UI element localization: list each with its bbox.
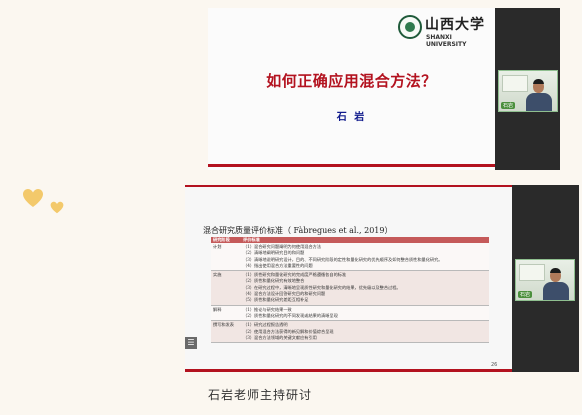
- video-sidebar: 石岩: [495, 8, 560, 170]
- table-row: 解释 （1）推论与研究结果一致 （2）质性和量化研究的不同发现或结果的清晰呈现: [211, 305, 489, 322]
- table-row: 实施 （1）质性研究和量化研究的完成度严格遵循各自的标准 （2）质性和量化研究有效地…: [211, 270, 489, 306]
- heart-icon-small: [50, 201, 64, 214]
- criterion-item: （4）指出使用混合方法重要性的问题: [243, 262, 313, 268]
- stage-cell: 撰写和发表: [211, 320, 241, 344]
- slide-title: 混合研究质量评价标准（ Fàbregues et al., 2019）: [203, 226, 393, 235]
- top-red-line: [185, 185, 512, 187]
- criteria-cell: （1）混合研究问题阐明为何使用混合方法 （2）清晰地阐明研究目的和问题 （3）清晰地…: [241, 243, 489, 272]
- video-sidebar: 石岩: [512, 185, 579, 372]
- bottom-red-line: [185, 369, 512, 372]
- logo-text-en: SHANXI UNIVERSITY: [426, 34, 467, 48]
- stage-cell: 解释: [211, 305, 241, 322]
- criteria-cell: （1）推论与研究结果一致 （2）质性和量化研究的不同发现或结果的清晰呈现: [241, 305, 489, 322]
- title-slide: 山西大学 SHANXI UNIVERSITY 如何正确应用混合方法？ 石 岩: [208, 8, 495, 170]
- criterion-item: （5）质性和量化研究差距互相补足: [243, 297, 309, 303]
- speaker-video-thumbnail[interactable]: 石岩: [498, 70, 558, 112]
- speaker-name-tag: 石岩: [518, 291, 533, 298]
- page-number: 26: [491, 362, 498, 368]
- logo-text-zh: 山西大学: [425, 17, 485, 33]
- university-seal-icon: [398, 15, 422, 39]
- criteria-cell: （1）研究过程报告透明 （2）使用混合方法获得的新见解和价值综合呈现 （3）混合方法…: [241, 320, 489, 344]
- criterion-item: （3）混合方法领域的关键文献应有引用: [243, 334, 317, 340]
- university-logo: 山西大学 SHANXI UNIVERSITY: [398, 12, 490, 48]
- criteria-cell: （1）质性研究和量化研究的完成度严格遵循各自的标准 （2）质性和量化研究有效地整合…: [241, 270, 489, 306]
- screenshot-title-slide: 山西大学 SHANXI UNIVERSITY 如何正确应用混合方法？ 石 岩 石…: [208, 8, 560, 170]
- slide-author: 石 岩: [336, 112, 367, 123]
- slide-title: 如何正确应用混合方法？: [266, 72, 437, 90]
- rubric-slide: 混合研究质量评价标准（ Fàbregues et al., 2019） 研究阶段…: [185, 185, 512, 372]
- criteria-table: 研究阶段 评价标准 计划 （1）混合研究问题阐明为何使用混合方法 （2）清晰地阐明研…: [211, 237, 489, 344]
- bottom-red-line: [208, 164, 495, 167]
- photo-caption: 石岩老师主持研讨: [208, 388, 313, 402]
- stage-cell: 实施: [211, 270, 241, 306]
- menu-icon[interactable]: ☰: [185, 337, 197, 349]
- heart-icon-large: [23, 189, 43, 207]
- table-row: 撰写和发表 （1）研究过程报告透明 （2）使用混合方法获得的新见解和价值综合呈现 （3…: [211, 320, 489, 344]
- speaker-video-thumbnail[interactable]: 石岩: [515, 259, 575, 301]
- stage-cell: 计划: [211, 243, 241, 272]
- screenshot-rubric-slide: 混合研究质量评价标准（ Fàbregues et al., 2019） 研究阶段…: [185, 185, 579, 372]
- speaker-name-tag: 石岩: [501, 102, 516, 109]
- table-row: 计划 （1）混合研究问题阐明为何使用混合方法 （2）清晰地阐明研究目的和问题 （3）清…: [211, 243, 489, 272]
- criterion-item: （2）质性和量化研究的不同发现或结果的清晰呈现: [243, 312, 338, 318]
